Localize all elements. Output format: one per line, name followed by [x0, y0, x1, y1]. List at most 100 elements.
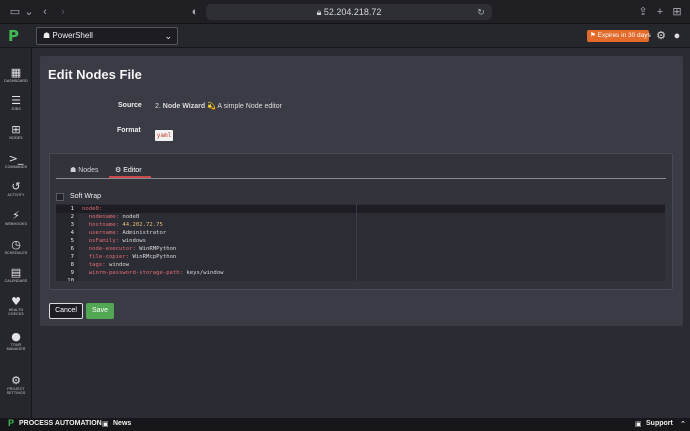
user-icon[interactable]: ●	[671, 30, 683, 42]
app-logo[interactable]: P	[8, 27, 24, 45]
yaml-value: window	[105, 262, 130, 268]
sidebar-item-label: WEBHOOKS	[5, 222, 27, 226]
new-tab-icon[interactable]: +	[653, 5, 667, 19]
sidebar-item-jobs[interactable]: ☰ JOBS	[0, 94, 32, 111]
sidebar-item-label: TOUR MANAGER	[6, 343, 26, 352]
source-description: A simple Node editor	[217, 103, 282, 110]
sparkle-icon: 💫	[207, 103, 216, 110]
code-line: username: Administrator	[82, 229, 166, 237]
sidebar-item-label: COMMANDS	[4, 165, 28, 169]
tab-overview-icon[interactable]: ⊞	[670, 5, 684, 19]
sidebar-item-dashboard[interactable]: ▦ DASHBOARD	[0, 66, 32, 83]
tab-editor[interactable]: ⚙ Editor	[115, 166, 142, 174]
yaml-key: file-copier:	[82, 254, 130, 260]
source-name: Node Wizard	[162, 103, 206, 110]
yaml-key: tags:	[82, 262, 106, 268]
gear-icon[interactable]: ⚙	[655, 30, 667, 42]
project-selector[interactable]: ☗ PowerShell ⌄	[36, 27, 178, 45]
browser-toolbar: ▭ ⌄ ‹ › ◐ 🔒︎ 52.204.218.72 ↻ ⇪ + ⊞	[0, 0, 690, 24]
line-number: 10	[67, 278, 74, 281]
sidebar-item-label: PROJECT SETTINGS	[6, 387, 26, 396]
support-icon: ▣	[635, 421, 642, 428]
yaml-value: 44.202.72.75	[119, 222, 163, 228]
tab-label: Nodes	[78, 167, 99, 174]
chevron-down-icon[interactable]: ⌄	[22, 5, 36, 19]
reload-icon[interactable]: ↻	[474, 5, 488, 19]
cancel-button[interactable]: Cancel	[49, 303, 83, 319]
sidebar-item-label: NODES	[9, 136, 23, 140]
share-icon[interactable]: ⇪	[636, 5, 650, 19]
yaml-value: keys/window	[183, 270, 224, 276]
code-line: nodename: node0	[82, 213, 140, 221]
webhooks-icon: ⚡	[12, 209, 20, 222]
line-number: 4	[70, 230, 74, 236]
app-header: P ☗ PowerShell ⌄ ⚑ Expires in 30 days ⚙ …	[0, 24, 690, 48]
lock-icon: 🔒︎	[316, 7, 322, 17]
soft-wrap-label: Soft Wrap	[70, 193, 101, 200]
sidebar-item-schedules[interactable]: ◷ SCHEDULES	[0, 238, 32, 255]
sidebar-item-nodes[interactable]: ⊞ NODES	[0, 123, 32, 140]
nodes-icon: ⊞	[11, 123, 21, 136]
sidebar-item-calendars[interactable]: ▤ CALENDARS	[0, 266, 32, 283]
yaml-key: username:	[82, 230, 120, 236]
active-tab-indicator	[109, 176, 151, 178]
sidebar: ▦ DASHBOARD ☰ JOBS ⊞ NODES >_ COMMANDS ↺…	[0, 48, 32, 418]
code-line: file-copier: WinRMcpPython	[82, 253, 177, 261]
yaml-value: windows	[119, 238, 146, 244]
back-icon[interactable]: ‹	[38, 5, 52, 19]
sidebar-item-webhooks[interactable]: ⚡ WEBHOOKS	[0, 209, 32, 226]
code-line: winrm-password-storage-path: keys/window	[82, 269, 224, 277]
chevron-up-icon[interactable]: ⌃	[680, 420, 686, 428]
print-margin	[356, 204, 357, 281]
source-label: Source	[118, 102, 142, 109]
news-icon: ▣	[102, 421, 109, 428]
url-text: 52.204.218.72	[323, 7, 382, 17]
line-number: 7	[70, 254, 74, 260]
yaml-key: winrm-password-storage-path:	[82, 270, 184, 276]
active-line-highlight	[56, 205, 665, 213]
forward-icon[interactable]: ›	[56, 5, 70, 19]
source-index: 2.	[155, 103, 161, 110]
sidebar-item-commands[interactable]: >_ COMMANDS	[0, 152, 32, 169]
soft-wrap-checkbox[interactable]	[56, 193, 64, 201]
line-number: 8	[70, 262, 74, 268]
yaml-key: node-executor:	[82, 246, 136, 252]
expires-badge[interactable]: ⚑ Expires in 30 days	[587, 30, 651, 42]
sidebar-item-health-checks[interactable]: ♥ HEALTH CHECKS	[0, 295, 32, 316]
calendars-icon: ▤	[10, 266, 22, 279]
line-number: 2	[70, 214, 74, 220]
save-button[interactable]: Save	[86, 303, 114, 319]
format-badge: yaml	[155, 130, 173, 141]
sidebar-item-label: DASHBOARD	[4, 79, 28, 83]
project-name: PowerShell	[52, 31, 93, 40]
sidebar-item-activity[interactable]: ↺ ACTIVITY	[0, 180, 32, 197]
footer: P PROCESS AUTOMATION ▣ News ▣ Support ⌃	[0, 418, 690, 431]
yaml-key: node0:	[82, 206, 103, 212]
format-label: Format	[117, 127, 141, 134]
privacy-shield-icon[interactable]: ◐	[188, 5, 202, 19]
commands-icon: >_	[8, 152, 24, 165]
sidebar-item-label: JOBS	[11, 107, 21, 111]
sidebar-item-project-settings[interactable]: ⚙ PROJECT SETTINGS	[0, 374, 32, 395]
page-title: Edit Nodes File	[48, 67, 142, 82]
sidebar-toggle-icon[interactable]: ▭	[8, 5, 22, 19]
code-line: hostname: 44.202.72.75	[82, 221, 163, 229]
activity-icon: ↺	[11, 180, 21, 193]
address-bar[interactable]: 🔒︎ 52.204.218.72	[206, 4, 492, 20]
tab-nodes[interactable]: ☗ Nodes	[70, 166, 98, 174]
news-link[interactable]: News	[113, 420, 131, 427]
jobs-icon: ☰	[11, 94, 21, 107]
yaml-value: WinRMPython	[135, 246, 177, 252]
sidebar-item-label: SCHEDULES	[4, 251, 28, 255]
support-link[interactable]: Support	[646, 420, 673, 427]
footer-brand[interactable]: PROCESS AUTOMATION	[19, 420, 102, 427]
project-settings-icon: ⚙	[11, 374, 21, 387]
line-number: 3	[70, 222, 74, 228]
sidebar-item-tour-manager[interactable]: ● TOUR MANAGER	[0, 330, 32, 351]
tab-label: Editor	[123, 167, 142, 174]
code-line: node0:	[82, 205, 102, 213]
code-line: osFamily: windows	[82, 237, 146, 245]
code-editor[interactable]: 1 node0: 2 nodename: node0 3 hostname: 4…	[56, 204, 665, 281]
dashboard-icon: ▦	[10, 66, 22, 79]
sidebar-item-label: HEALTH CHECKS	[8, 308, 24, 317]
